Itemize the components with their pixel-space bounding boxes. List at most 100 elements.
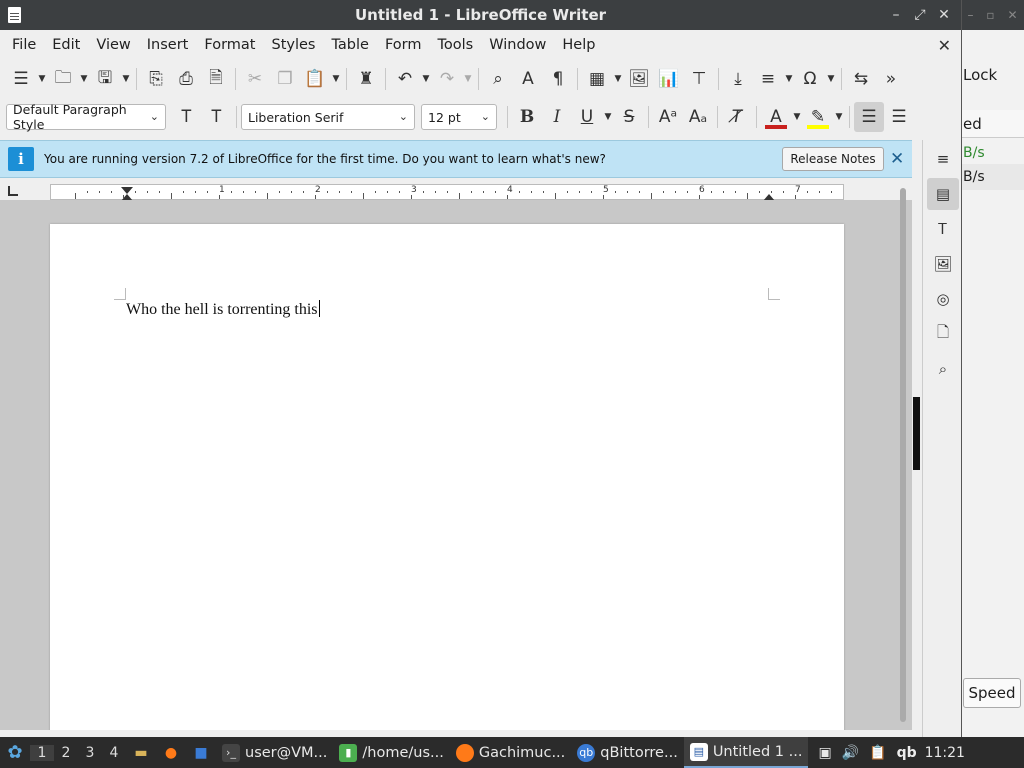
cut-icon[interactable]: ✂ <box>240 64 270 94</box>
chevron-down-icon[interactable]: ▼ <box>825 74 837 84</box>
background-restore-icon[interactable]: ▫ <box>986 8 994 22</box>
open-folder-icon[interactable]: 🗀 <box>48 64 78 94</box>
menu-file[interactable]: File <box>4 37 44 53</box>
paragraph-style-select[interactable]: Default Paragraph Style ⌄ <box>6 102 166 132</box>
print-icon[interactable]: ⎙ <box>171 64 201 94</box>
document-text[interactable]: Who the hell is torrenting this <box>126 300 320 319</box>
subscript-icon[interactable]: Aₐ <box>683 102 713 132</box>
menu-edit[interactable]: Edit <box>44 37 88 53</box>
insert-page-break-icon[interactable]: ⤓ <box>723 64 753 94</box>
chevron-down-icon[interactable]: ▼ <box>612 74 624 84</box>
formatting-marks-icon[interactable]: ¶ <box>543 64 573 94</box>
chevron-down-icon[interactable]: ▼ <box>602 112 614 122</box>
style-inspector-icon[interactable]: ⌕ <box>927 353 959 385</box>
clear-formatting-icon[interactable]: T̸ <box>722 102 752 132</box>
speed-button[interactable]: Speed <box>963 678 1021 708</box>
chevron-down-icon[interactable]: ▼ <box>420 74 432 84</box>
chevron-down-icon[interactable]: ▼ <box>783 74 795 84</box>
redo-icon[interactable]: ↷ <box>432 64 462 94</box>
navigator-icon[interactable]: ◎ <box>927 283 959 315</box>
print-preview-icon[interactable]: 🗎 <box>201 64 231 94</box>
styles-icon[interactable]: Ꭲ <box>927 213 959 245</box>
scrollbar-thumb[interactable] <box>900 188 906 722</box>
underline-icon[interactable]: U <box>572 102 602 132</box>
menu-table[interactable]: Table <box>323 37 377 53</box>
task-file-manager[interactable]: ▮ /home/us... <box>333 737 449 768</box>
release-notes-button[interactable]: Release Notes <box>782 147 884 171</box>
background-window-titlebar[interactable]: – ▫ ✕ <box>961 0 1024 30</box>
undo-icon[interactable]: ↶ <box>390 64 420 94</box>
insert-table-icon[interactable]: ▦ <box>582 64 612 94</box>
gallery-icon[interactable]: 🖼 <box>927 248 959 280</box>
infobar-close-icon[interactable]: ✕ <box>890 149 904 169</box>
chevron-down-icon[interactable]: ▼ <box>330 74 342 84</box>
new-style-icon[interactable]: Ꭲ <box>202 102 232 132</box>
qbittorrent-tray-icon[interactable]: qb <box>897 745 917 761</box>
page-icon[interactable]: 🗋 <box>927 318 959 350</box>
copy-icon[interactable]: ❐ <box>270 64 300 94</box>
highlight-color-icon[interactable]: ✎ <box>803 102 833 132</box>
strikethrough-icon[interactable]: S <box>614 102 644 132</box>
document-page[interactable]: Who the hell is torrenting this <box>50 224 844 737</box>
properties-icon[interactable]: ▤ <box>927 178 959 210</box>
chevron-down-icon[interactable]: ▼ <box>36 74 48 84</box>
spelling-icon[interactable]: A <box>513 64 543 94</box>
special-character-icon[interactable]: Ω <box>795 64 825 94</box>
sidebar-collapse-handle[interactable] <box>913 397 920 470</box>
lock-button[interactable]: Lock <box>963 66 997 84</box>
window-titlebar[interactable]: Untitled 1 - LibreOffice Writer – ⤢ ✕ <box>0 0 961 30</box>
start-menu-icon[interactable]: ✿ <box>0 737 30 768</box>
workspace-4[interactable]: 4 <box>102 745 126 761</box>
column-header[interactable]: ed <box>961 110 1024 138</box>
background-close-icon[interactable]: ✕ <box>1007 8 1017 22</box>
task-terminal[interactable]: ›_ user@VM... <box>216 737 333 768</box>
new-document-icon[interactable]: ☰ <box>6 64 36 94</box>
show-desktop-icon[interactable]: ■ <box>188 741 214 765</box>
menu-help[interactable]: Help <box>554 37 603 53</box>
document-canvas[interactable]: Who the hell is torrenting this <box>0 200 912 737</box>
insert-text-box-icon[interactable]: ⊤ <box>684 64 714 94</box>
find-replace-icon[interactable]: ⌕ <box>483 64 513 94</box>
paste-icon[interactable]: 📋 <box>300 64 330 94</box>
first-line-indent-marker[interactable] <box>121 187 133 194</box>
toolbar-overflow-icon[interactable]: » <box>876 64 906 94</box>
background-qbittorrent-window[interactable]: – ▫ ✕ » Lock ed B/s B/s Speed <box>947 0 1024 737</box>
chevron-down-icon[interactable]: ▼ <box>791 112 803 122</box>
bold-icon[interactable]: B <box>512 102 542 132</box>
close-document-icon[interactable]: ✕ <box>938 36 951 55</box>
tab-stop-type-icon[interactable] <box>8 186 18 196</box>
close-icon[interactable]: ✕ <box>935 5 953 25</box>
workspace-1[interactable]: 1 <box>30 744 54 761</box>
insert-hyperlink-icon[interactable]: ⇆ <box>846 64 876 94</box>
volume-icon[interactable]: 🔊 <box>842 745 859 761</box>
align-center-icon[interactable]: ☰ <box>884 102 914 132</box>
align-left-icon[interactable]: ☰ <box>854 102 884 132</box>
workspace-3[interactable]: 3 <box>78 745 102 761</box>
font-size-select[interactable]: 12 pt ⌄ <box>421 104 497 130</box>
font-name-select[interactable]: Liberation Serif ⌄ <box>241 104 415 130</box>
task-qbittorrent[interactable]: qb qBittorre... <box>571 737 684 768</box>
clone-formatting-icon[interactable]: ♜ <box>351 64 381 94</box>
update-style-icon[interactable]: Ꭲ <box>172 102 202 132</box>
menu-styles[interactable]: Styles <box>263 37 323 53</box>
menu-form[interactable]: Form <box>377 37 430 53</box>
font-color-icon[interactable]: A <box>761 102 791 132</box>
workspace-2[interactable]: 2 <box>54 745 78 761</box>
document-text-content[interactable]: Who the hell is torrenting this <box>126 301 318 318</box>
task-firefox[interactable]: Gachimuc... <box>450 737 571 768</box>
menu-view[interactable]: View <box>88 37 138 53</box>
insert-field-icon[interactable]: ≡ <box>753 64 783 94</box>
firefox-launcher-icon[interactable]: ● <box>158 741 184 765</box>
file-manager-launcher-icon[interactable]: ▬ <box>128 741 154 765</box>
italic-icon[interactable]: I <box>542 102 572 132</box>
vertical-scrollbar[interactable] <box>896 184 910 724</box>
chevron-down-icon[interactable]: ▼ <box>78 74 90 84</box>
chevron-down-icon[interactable]: ▼ <box>120 74 132 84</box>
menu-window[interactable]: Window <box>481 37 554 53</box>
horizontal-ruler[interactable]: 1 2 3 4 5 6 7 <box>50 184 844 201</box>
sidebar-menu-icon[interactable]: ≡ <box>927 143 959 175</box>
menu-tools[interactable]: Tools <box>430 37 482 53</box>
menu-format[interactable]: Format <box>196 37 263 53</box>
chevron-down-icon[interactable]: ▼ <box>462 74 474 84</box>
insert-image-icon[interactable]: 🖼 <box>624 64 654 94</box>
